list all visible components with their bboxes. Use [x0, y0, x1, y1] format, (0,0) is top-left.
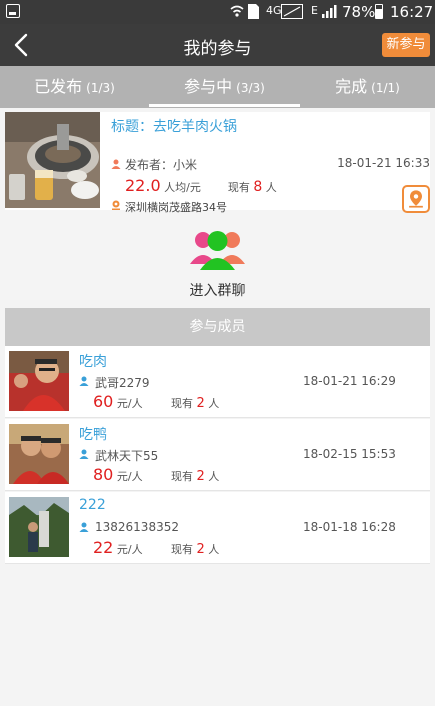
tab-label: 完成	[335, 77, 368, 96]
member-price-value: 80	[93, 465, 114, 484]
publisher-icon	[111, 159, 121, 169]
wifi-icon	[230, 5, 244, 17]
member-username: 13826138352	[95, 520, 179, 534]
network-type: 4G	[266, 4, 282, 17]
member-price-unit: 元/人	[116, 543, 143, 556]
member-price-unit: 元/人	[116, 470, 143, 483]
count-prefix: 现有	[171, 543, 193, 556]
count-value: 2	[196, 469, 205, 484]
member-username: 武哥2279	[95, 376, 150, 390]
event-price-row: 22.0 人均/元 现有 8 人	[125, 176, 277, 195]
location-pin-icon[interactable]	[402, 185, 430, 213]
current-count: 8	[253, 179, 263, 195]
event-address: 深圳横岗茂盛路34号	[125, 201, 227, 214]
count-value: 2	[196, 542, 205, 557]
tab-count: (3/3)	[236, 81, 265, 95]
member-price-value: 22	[93, 538, 114, 557]
member-avatar	[9, 497, 69, 557]
member-count: 现有 2 人	[171, 541, 219, 557]
member-price: 80 元/人	[93, 465, 143, 484]
user-icon	[79, 449, 89, 459]
status-bar: 4G E 78% 16:27	[0, 0, 435, 24]
event-price: 22.0	[125, 176, 161, 195]
active-tab-indicator	[149, 104, 300, 107]
tab-label: 已发布	[34, 77, 83, 96]
tab-bar: 已发布 (1/3) 参与中 (3/3) 完成 (1/1)	[0, 66, 435, 108]
current-suffix: 人	[265, 181, 277, 194]
event-photo	[5, 112, 100, 208]
member-row[interactable]: 吃鸭 武林天下55 18-02-15 15:53 80 元/人 现有 2 人	[5, 419, 430, 491]
tab-published[interactable]: 已发布 (1/3)	[0, 66, 149, 108]
member-avatar	[9, 351, 69, 411]
title-bar: 我的参与 新参与	[0, 24, 435, 66]
member-title: 吃鸭	[79, 427, 107, 443]
sim-icon	[248, 4, 259, 19]
event-title: 标题：去吃羊肉火锅	[111, 119, 237, 135]
event-date: 18-01-21 16:33	[337, 156, 430, 170]
count-prefix: 现有	[171, 470, 193, 483]
signal-icon	[322, 5, 337, 18]
carrier-type: E	[311, 4, 318, 17]
hd-signal-icon	[281, 4, 303, 19]
count-suffix: 人	[208, 543, 220, 556]
member-title: 吃肉	[79, 354, 107, 370]
member-avatar	[9, 424, 69, 484]
member-row[interactable]: 吃肉 武哥2279 18-01-21 16:29 60 元/人 现有 2 人	[5, 346, 430, 418]
member-date: 18-02-15 15:53	[303, 447, 396, 461]
tab-label: 参与中	[184, 77, 233, 96]
tab-completed[interactable]: 完成 (1/1)	[300, 66, 435, 108]
tab-count: (1/1)	[371, 81, 400, 95]
address-icon	[112, 200, 120, 210]
page-title: 我的参与	[183, 39, 252, 59]
member-price-value: 60	[93, 392, 114, 411]
count-value: 2	[196, 396, 205, 411]
current-prefix: 现有	[227, 181, 250, 194]
publisher: 发布者：小米	[125, 158, 198, 172]
member-date: 18-01-21 16:29	[303, 374, 396, 388]
member-title: 222	[79, 497, 106, 513]
member-count: 现有 2 人	[171, 468, 219, 484]
battery-icon	[375, 4, 383, 19]
member-username: 武林天下55	[95, 449, 159, 463]
event-card[interactable]: 标题：去吃羊肉火锅 发布者：小米 18-01-21 16:33 22.0 人均/…	[5, 112, 430, 214]
count-prefix: 现有	[171, 397, 193, 410]
gallery-notification-icon	[6, 4, 20, 18]
member-price: 22 元/人	[93, 538, 143, 557]
tab-participating[interactable]: 参与中 (3/3)	[149, 66, 300, 108]
event-price-unit: 人均/元	[164, 181, 201, 194]
count-suffix: 人	[208, 397, 220, 410]
new-participation-button[interactable]: 新参与	[382, 33, 430, 57]
count-suffix: 人	[208, 470, 220, 483]
group-chat-icon[interactable]	[190, 228, 245, 270]
user-icon	[79, 376, 89, 386]
member-count: 现有 2 人	[171, 395, 219, 411]
clock: 16:27	[390, 3, 434, 21]
member-date: 18-01-18 16:28	[303, 520, 396, 534]
members-section-header: 参与成员	[5, 308, 430, 346]
tab-count: (1/3)	[86, 81, 115, 95]
member-row[interactable]: 222 13826138352 18-01-18 16:28 22 元/人 现有…	[5, 492, 430, 564]
member-price-unit: 元/人	[116, 397, 143, 410]
user-icon	[79, 522, 89, 532]
group-chat-label[interactable]: 进入群聊	[0, 280, 435, 300]
member-price: 60 元/人	[93, 392, 143, 411]
battery-percent: 78%	[342, 3, 376, 21]
